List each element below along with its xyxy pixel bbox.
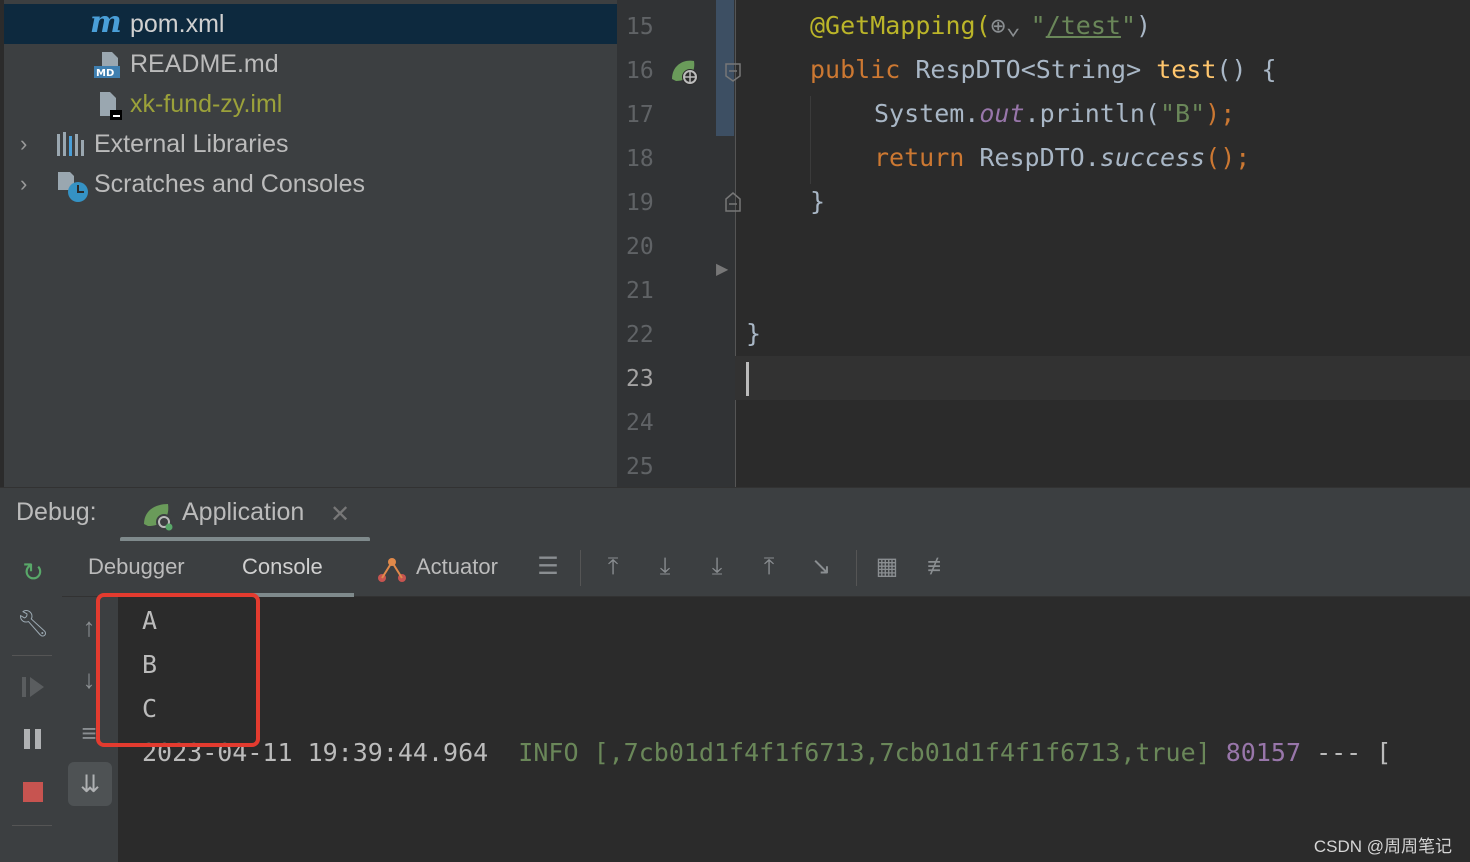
- toolbar-separator: [856, 550, 857, 586]
- scroll-to-end-icon[interactable]: ⇊: [68, 762, 112, 806]
- line-number: 15: [626, 14, 654, 40]
- maven-icon: m: [90, 5, 122, 40]
- line-number: 18: [626, 146, 654, 172]
- line-number: 20: [626, 234, 654, 260]
- line-number: 21: [626, 278, 654, 304]
- code-line-18: return RespDTO.success();: [874, 143, 1251, 172]
- code-line-16: public RespDTO<String> test() {: [810, 55, 1277, 84]
- pause-icon[interactable]: [16, 722, 50, 756]
- line-number-current: 23: [626, 366, 654, 392]
- debug-execution-point-icon: ▶: [716, 261, 729, 278]
- tree-item-iml[interactable]: xk-fund-zy.iml: [4, 84, 617, 124]
- tree-item-pom[interactable]: m pom.xml: [4, 4, 617, 44]
- line-number: 25: [626, 454, 654, 480]
- debug-title: Debug:: [16, 498, 97, 526]
- globe-icon[interactable]: ⊕⌄: [991, 4, 1031, 48]
- line-number: 24: [626, 410, 654, 436]
- actuator-icon: [376, 554, 408, 584]
- wrench-icon[interactable]: 🔧︎: [16, 606, 50, 640]
- svg-text:MD: MD: [96, 68, 114, 79]
- watermark: CSDN @周周笔记: [1313, 837, 1452, 856]
- text-caret: [746, 362, 749, 396]
- fold-icon[interactable]: [724, 191, 742, 213]
- fold-icon[interactable]: [724, 62, 742, 82]
- run-to-cursor-icon[interactable]: ↘: [806, 552, 836, 582]
- tab-console[interactable]: Console: [242, 554, 323, 580]
- iml-file-icon: [96, 90, 124, 120]
- rerun-icon[interactable]: ↻: [16, 555, 50, 589]
- evaluate-expression-icon[interactable]: ▦: [872, 552, 902, 582]
- code-line-15: @GetMapping(⊕⌄ "/test"): [810, 4, 1151, 48]
- indent-guide: [810, 96, 811, 184]
- log-line: 2023-04-11 19:39:44.964 INFO [,7cb01d1f4…: [142, 738, 1392, 767]
- toolbar-separator: [580, 550, 581, 586]
- close-icon[interactable]: ✕: [330, 500, 350, 529]
- line-number: 17: [626, 102, 654, 128]
- show-execution-point-icon[interactable]: ⤒: [598, 552, 628, 582]
- highlight-box: [96, 593, 260, 747]
- scratches-icon: [56, 170, 88, 202]
- chevron-right-icon[interactable]: ›: [20, 124, 40, 164]
- line-number: 16: [626, 58, 654, 84]
- menu-icon[interactable]: ☰: [533, 552, 563, 582]
- console-output[interactable]: [118, 597, 1470, 862]
- libraries-icon: [56, 130, 84, 158]
- current-line-highlight: [735, 356, 1470, 400]
- spring-boot-icon: [142, 500, 174, 532]
- step-out-icon[interactable]: ⤒: [754, 552, 784, 582]
- project-tree: m pom.xml MD README.md xk-fund-zy.iml › …: [0, 0, 617, 487]
- spring-endpoint-icon[interactable]: [668, 55, 700, 87]
- trace-icon[interactable]: ≢: [924, 552, 954, 582]
- line-number: 19: [626, 190, 654, 216]
- tab-actuator[interactable]: Actuator: [416, 554, 498, 580]
- toolbar-divider: [12, 825, 52, 826]
- resume-icon[interactable]: [16, 670, 50, 704]
- code-line-17: System.out.println("B");: [874, 99, 1236, 128]
- step-over-icon[interactable]: ⤓: [650, 552, 680, 582]
- run-config-label: Application: [182, 498, 305, 526]
- tree-item-scratches[interactable]: › Scratches and Consoles: [4, 164, 617, 204]
- code-line-19: }: [810, 187, 826, 216]
- chevron-right-icon[interactable]: ›: [20, 164, 40, 204]
- stop-icon[interactable]: [16, 775, 50, 809]
- toolbar-divider: [12, 655, 52, 656]
- tab-debugger[interactable]: Debugger: [88, 554, 185, 580]
- code-line-22: }: [746, 319, 762, 348]
- step-into-icon[interactable]: ⤓: [702, 552, 732, 582]
- markdown-file-icon: MD: [94, 50, 122, 79]
- tree-item-external-libraries[interactable]: › External Libraries: [4, 124, 617, 164]
- tree-item-readme[interactable]: MD README.md: [4, 44, 617, 84]
- line-number: 22: [626, 322, 654, 348]
